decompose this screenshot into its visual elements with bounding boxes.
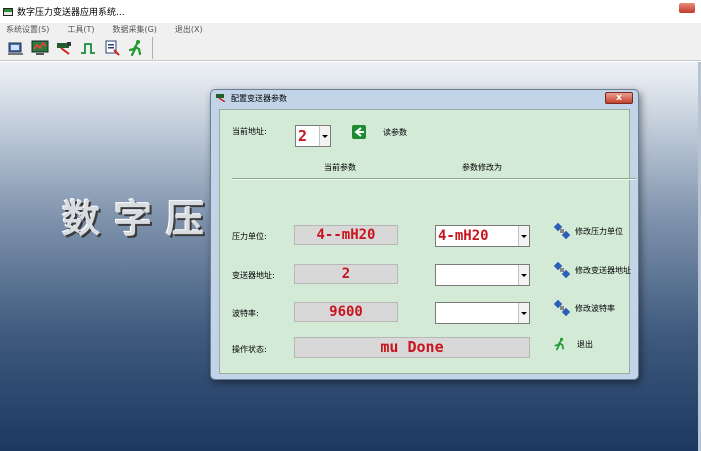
satellite-icon	[553, 261, 571, 279]
current-baud-rate-field: 9600	[294, 302, 398, 322]
chart-tool-button[interactable]	[54, 38, 74, 58]
window-close-button[interactable]	[679, 3, 695, 13]
dialog-client-area: 当前地址: 2 读参数 当前参数 参数修改为 压力单位: 4--mH20 4-m…	[219, 109, 636, 374]
pressure-unit-dropdown-button[interactable]	[518, 226, 529, 246]
exit-label: 退出	[577, 339, 593, 349]
address-select[interactable]: 2	[295, 125, 331, 147]
modify-pressure-unit-button[interactable]: 修改压力单位	[553, 222, 623, 240]
read-parameters-button[interactable]: 读参数	[352, 125, 407, 139]
exit-button[interactable]: 退出	[553, 337, 593, 351]
dialog-title: 配置变送器参数	[231, 93, 287, 103]
new-pressure-unit-select[interactable]: 4-mH20	[435, 225, 530, 247]
config-transmitter-dialog: 配置变送器参数 x 当前地址: 2 读参数 当前参数 参数修改为 压力单位: 4…	[210, 89, 639, 380]
current-params-header: 当前参数	[324, 163, 356, 172]
chevron-down-icon	[521, 311, 527, 315]
monitor-tool-button[interactable]	[30, 38, 50, 58]
modify-pressure-unit-label: 修改压力单位	[575, 226, 623, 236]
modify-transmitter-address-label: 修改变送器地址	[575, 265, 631, 275]
chevron-down-icon	[322, 134, 328, 138]
pulse-tool-button[interactable]	[78, 38, 98, 58]
address-select-value: 2	[298, 127, 308, 145]
modify-transmitter-address-button[interactable]: 修改变送器地址	[553, 261, 631, 279]
green-arrow-left-icon	[352, 125, 366, 139]
operation-status-field: mu Done	[294, 337, 530, 358]
new-pressure-unit-value: 4-mH20	[438, 228, 489, 244]
app-title: 数字压力变送器应用系统...	[17, 8, 125, 18]
operation-status-label: 操作状态:	[232, 345, 267, 354]
menu-tools[interactable]: 工具(T)	[67, 24, 94, 35]
app-icon	[3, 7, 13, 16]
dialog-transmitter-icon	[216, 94, 226, 102]
menu-data-acquisition[interactable]: 数据采集(G)	[112, 24, 156, 35]
app-titlebar: 数字压力变送器应用系统...	[0, 0, 701, 23]
read-parameters-label: 读参数	[383, 127, 407, 137]
data-icon	[105, 40, 120, 56]
chevron-down-icon	[521, 273, 527, 277]
current-address-label: 当前地址:	[232, 127, 267, 136]
satellite-icon	[553, 222, 571, 240]
new-baud-rate-select[interactable]	[435, 302, 530, 324]
address-select-dropdown-button[interactable]	[319, 126, 330, 146]
satellite-icon	[553, 299, 571, 317]
pressure-unit-label: 压力单位:	[232, 232, 267, 241]
current-pressure-unit-field: 4--mH20	[294, 225, 398, 245]
current-transmitter-address-field: 2	[294, 264, 398, 284]
baud-rate-label: 波特率:	[232, 309, 259, 318]
exit-tool-button[interactable]	[126, 38, 146, 58]
dialog-close-button[interactable]: x	[605, 92, 633, 104]
monitor-icon	[31, 40, 49, 55]
menu-bar: 系统设置(S) 工具(T) 数据采集(G) 退出(X)	[0, 23, 701, 36]
pulse-icon	[81, 43, 95, 54]
data-tool-button[interactable]	[102, 38, 122, 58]
toolbar-separator	[152, 37, 153, 59]
config-transmitter-tool-button[interactable]	[6, 38, 26, 58]
config-transmitter-icon	[8, 42, 23, 55]
chart-icon	[57, 42, 71, 55]
menu-system-settings[interactable]: 系统设置(S)	[6, 24, 49, 35]
new-transmitter-address-select[interactable]	[435, 264, 530, 286]
exit-running-man-icon	[554, 337, 564, 351]
transmitter-address-label: 变送器地址:	[232, 271, 275, 280]
header-divider	[232, 178, 636, 180]
baud-rate-dropdown-button[interactable]	[518, 303, 529, 323]
dialog-titlebar[interactable]: 配置变送器参数 x	[211, 90, 638, 106]
modify-params-header: 参数修改为	[462, 163, 502, 172]
modify-baud-rate-button[interactable]: 修改波特率	[553, 299, 615, 317]
chevron-down-icon	[521, 234, 527, 238]
modify-baud-rate-label: 修改波特率	[575, 303, 615, 313]
transmitter-address-dropdown-button[interactable]	[518, 265, 529, 285]
toolbar	[0, 36, 701, 61]
menu-exit[interactable]: 退出(X)	[175, 24, 203, 35]
exit-running-man-icon	[128, 40, 142, 57]
